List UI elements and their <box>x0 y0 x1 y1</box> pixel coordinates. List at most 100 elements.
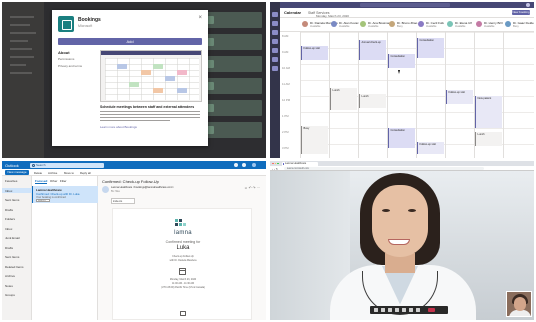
calls-icon[interactable] <box>272 48 278 53</box>
filter-button[interactable]: Filter <box>60 179 67 183</box>
calendar-event[interactable]: Lunch <box>359 94 386 108</box>
description-line <box>100 117 200 119</box>
bookings-icon[interactable] <box>272 66 278 71</box>
attachment-chip[interactable]: invite.ics <box>36 199 50 202</box>
delete-button[interactable]: Delete <box>34 171 42 175</box>
move-to-button[interactable]: Move to <box>64 171 74 175</box>
share-screen-icon[interactable] <box>388 308 392 312</box>
folder-item[interactable]: Junk Email <box>5 236 20 240</box>
tab-focused[interactable]: Focused <box>35 179 48 184</box>
time-line: 11:00 AM - 11:30 AM <box>172 282 194 285</box>
microphone-icon[interactable] <box>381 308 385 312</box>
help-icon[interactable] <box>242 163 246 167</box>
calendar-event[interactable]: Lunch <box>330 88 357 110</box>
reply-icons[interactable]: ☺ ↶ ↷ ⋯ <box>244 186 260 190</box>
time-label: 11 AM <box>282 82 290 86</box>
calendar-event[interactable]: Annual check-up <box>359 40 386 60</box>
folder-item[interactable]: Inbox <box>5 189 12 193</box>
chat-icon[interactable] <box>409 308 413 312</box>
learn-more-link[interactable]: Learn more about Bookings <box>100 125 137 129</box>
teams-calendar-panel: Calendar Staff Services Monday, March 23… <box>270 2 534 158</box>
calendar-icon <box>179 268 186 275</box>
staff-status: Available <box>339 25 350 28</box>
staff-status: Available <box>455 25 466 28</box>
calendar-event[interactable]: Follow-up visit <box>417 142 444 154</box>
time-label: 9 AM <box>282 50 289 54</box>
staff-column[interactable] <box>503 32 532 158</box>
folder-item[interactable]: Archive <box>5 274 15 278</box>
side-link-privacy[interactable]: Privacy and terms <box>58 64 100 68</box>
camera-icon[interactable] <box>374 308 378 312</box>
new-booking-button[interactable]: New booking <box>512 10 530 15</box>
message-subject: Confirmed: Check-up Follow-Up <box>102 179 159 184</box>
calendar-event[interactable]: Follow-up visit <box>446 90 473 104</box>
hang-up-button[interactable] <box>428 308 435 312</box>
avatar <box>447 21 453 27</box>
calendar-event[interactable]: Consultation <box>417 38 444 58</box>
teams-bookings-panel: Bookings Microsoft × Add About Permissio… <box>2 2 266 158</box>
message-header: Lamna Healthcare <bookings@lamnahealthca… <box>102 186 262 196</box>
folder-item[interactable]: Drafts <box>5 208 13 212</box>
add-app-button[interactable]: Add <box>58 38 202 45</box>
call-controls <box>370 306 448 314</box>
calendar-event[interactable]: Follow-up visit <box>301 46 328 60</box>
message-list: Focused Other Filter Lamna Healthcare Co… <box>32 176 98 320</box>
folder-item[interactable]: Folders <box>5 217 15 221</box>
folder-item[interactable]: Inbox <box>5 227 12 231</box>
participants-icon[interactable] <box>416 308 420 312</box>
folder-item[interactable]: Notes <box>5 284 13 288</box>
calendar-event[interactable]: New patient <box>475 96 502 128</box>
nav-arrows-icon[interactable]: ‹ › ↻ <box>272 167 278 171</box>
detail-line: with Dr. Daniela Mandera <box>169 259 197 262</box>
teams-icon[interactable] <box>272 30 278 35</box>
avatar <box>418 21 424 27</box>
staff-row: Dr. Daniela Mandera Available Dr. Alan Kov… <box>280 18 534 32</box>
tab-other[interactable]: Other <box>50 179 58 183</box>
staff-status: Available <box>368 25 379 28</box>
app-description-title: Schedule meetings between staff and exte… <box>100 105 195 109</box>
folder-pane: Favorites Inbox Sent Items Drafts Folders Inb… <box>2 176 32 320</box>
folder-item[interactable]: Groups <box>5 293 15 297</box>
folder-item[interactable]: Sent Items <box>5 198 19 202</box>
calendar-icon[interactable] <box>272 39 278 44</box>
folder-item[interactable]: Deleted Items <box>5 265 24 269</box>
avatar <box>476 21 482 27</box>
raise-hand-icon[interactable] <box>402 308 406 312</box>
window-controls[interactable] <box>272 162 280 165</box>
folder-item[interactable]: Drafts <box>5 246 13 250</box>
search-bar[interactable] <box>360 3 450 7</box>
calendar-event[interactable]: Lunch <box>475 132 502 146</box>
description-line <box>100 120 170 122</box>
search-placeholder: Search <box>36 163 46 168</box>
calendar-event[interactable]: Busy <box>301 126 328 154</box>
search-input[interactable]: Search <box>30 162 104 168</box>
list-tabs[interactable]: Focused Other Filter <box>35 179 67 184</box>
patient-name: Luka <box>176 245 190 251</box>
profile-avatar[interactable] <box>526 3 530 7</box>
calendar-event[interactable]: Consultation <box>388 54 415 68</box>
reading-pane: Confirmed: Check-up Follow-Up Lamna Heal… <box>98 176 266 320</box>
attachment-file[interactable]: invite.ics <box>111 198 135 204</box>
folder-item[interactable]: Favorites <box>5 179 17 183</box>
staff-status: Available <box>484 25 495 28</box>
sender-line: Lamna Healthcare <bookings@lamnahealthca… <box>111 186 174 189</box>
close-icon[interactable]: × <box>198 15 202 21</box>
side-links: Permissions Privacy and terms <box>58 57 100 71</box>
reply-all-button[interactable]: Reply all <box>80 171 91 175</box>
time-line: Monday, March 23, 2020 <box>169 278 197 281</box>
archive-button[interactable]: Archive <box>48 171 57 175</box>
avatar[interactable] <box>252 163 256 167</box>
side-link-permissions[interactable]: Permissions <box>58 57 100 61</box>
more-icon[interactable] <box>395 308 399 312</box>
new-message-button[interactable]: New message <box>5 170 29 175</box>
list-item-selected[interactable]: Lamna Healthcare Confirmed: Check-up wit… <box>32 186 98 203</box>
activity-icon[interactable] <box>272 12 278 17</box>
settings-icon[interactable] <box>234 163 238 167</box>
chat-icon[interactable] <box>272 21 278 26</box>
bookings-logo-icon <box>58 16 74 32</box>
url-field[interactable]: teams.microsoft.com <box>284 166 484 171</box>
files-icon[interactable] <box>272 57 278 62</box>
self-view-video[interactable] <box>506 291 532 317</box>
calendar-event[interactable]: Consultation <box>388 128 415 148</box>
folder-item[interactable]: Sent Items <box>5 255 19 259</box>
